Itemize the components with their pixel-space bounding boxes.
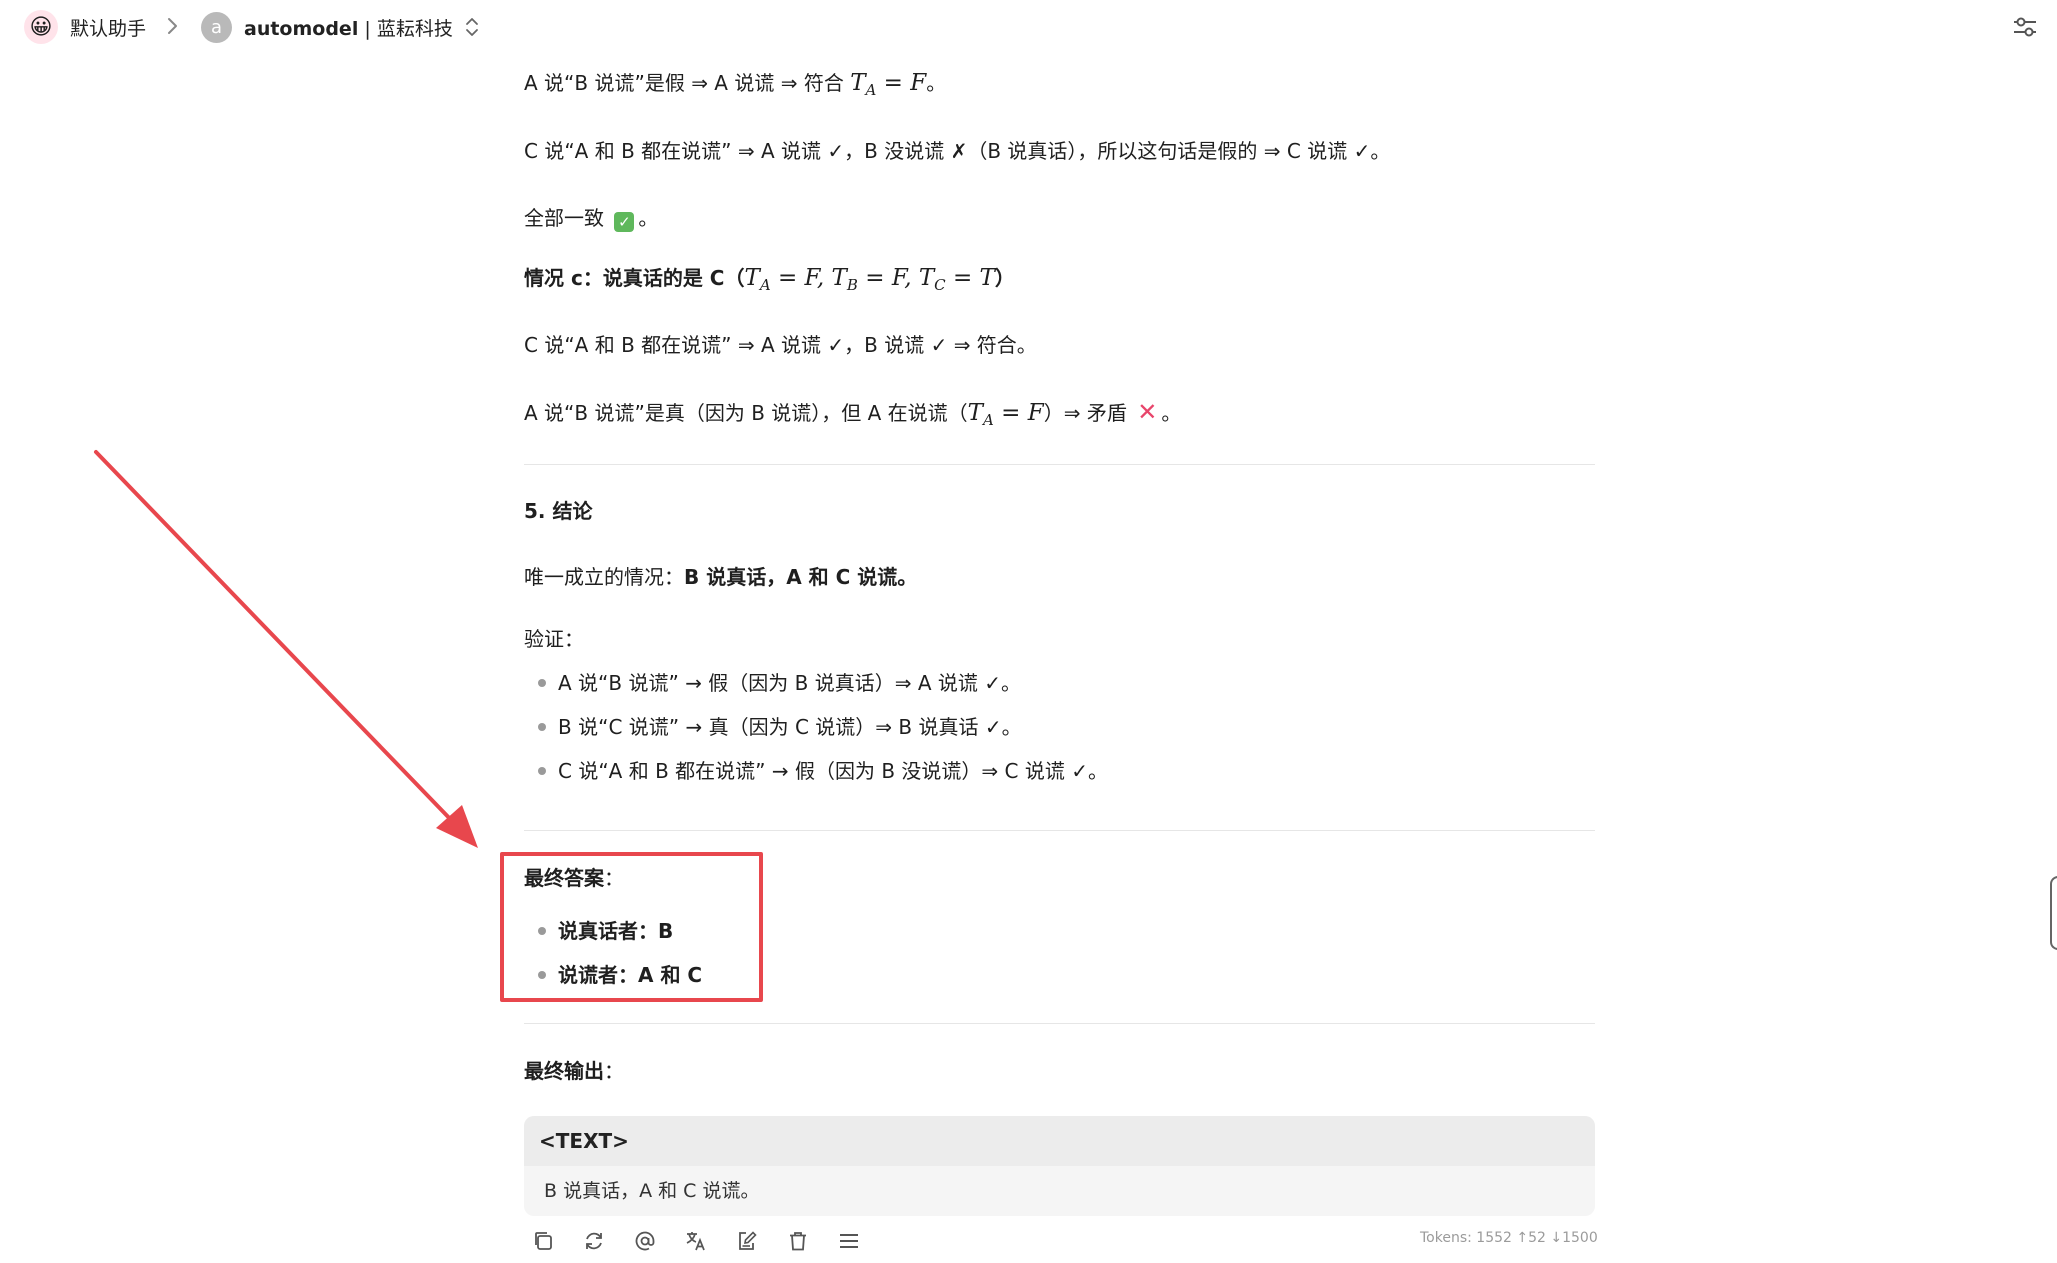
model-name-text: automodel: [244, 17, 359, 40]
list-item-text: A 说“B 说谎” → 假（因为 B 说真话）⇒ A 说谎 ✓。: [558, 671, 1022, 695]
scroll-handle[interactable]: [2050, 876, 2057, 950]
annotation-highlight-box: [500, 852, 763, 1002]
message-actions: [530, 1226, 887, 1256]
code-content[interactable]: B 说真话，A 和 C 说谎。: [524, 1166, 1595, 1216]
math-eq: = F: [993, 400, 1044, 426]
top-bar: 😀 默认助手 a automodel | 蓝耘科技: [0, 0, 2057, 54]
model-selector[interactable]: a automodel | 蓝耘科技: [201, 10, 481, 44]
assistant-selector[interactable]: 😀 默认助手: [24, 10, 146, 44]
text-colon: ：: [604, 1059, 624, 1083]
math-eq: = T: [945, 265, 995, 291]
paragraph-contradiction: A 说“B 说谎”是真（因为 B 说谎），但 A 在说谎（TA = F）⇒ 矛盾…: [524, 397, 1181, 435]
math-eq: = F, T: [857, 265, 935, 291]
text: A 说“B 说谎”是假 ⇒ A 说谎 ⇒ 符合: [524, 71, 851, 95]
math-t: T: [744, 265, 760, 291]
model-name: automodel | 蓝耘科技: [244, 14, 453, 41]
assistant-avatar: 😀: [24, 10, 58, 44]
settings-sliders-icon[interactable]: [2012, 14, 2038, 40]
math-t: T: [967, 400, 984, 426]
text-end: 。: [926, 71, 947, 95]
check-mark-icon: ✓: [614, 212, 635, 232]
math-eq: = F: [876, 70, 927, 96]
final-output-heading: 最终输出：: [524, 1056, 624, 1086]
bullet: [538, 679, 546, 687]
math-eq: = F, T: [770, 265, 847, 291]
case-c-heading: 情况 c：说真话的是 C（TA = F, TB = F, TC = T）: [524, 263, 1015, 300]
mention-icon[interactable]: [632, 1228, 658, 1254]
list-item: C 说“A 和 B 都在说谎” → 假（因为 B 没说谎）⇒ C 说谎 ✓。: [524, 756, 1108, 786]
assistant-name: 默认助手: [70, 17, 147, 40]
text-bold: B 说真话，A 和 C 说谎。: [684, 565, 918, 589]
annotation-arrow: [94, 450, 478, 848]
refresh-icon[interactable]: [581, 1228, 607, 1254]
math-sub: A: [865, 81, 877, 99]
divider: [524, 464, 1595, 465]
math-t: T: [850, 70, 866, 96]
code-block: <TEXT> B 说真话，A 和 C 说谎。: [524, 1116, 1595, 1216]
text-end: ）: [994, 266, 1015, 290]
copy-icon[interactable]: [530, 1228, 556, 1254]
paragraph-consistent: 全部一致 ✓。: [524, 203, 658, 233]
text-end: 。: [1161, 401, 1182, 425]
verify-label: 验证：: [524, 627, 584, 651]
menu-icon[interactable]: [836, 1228, 862, 1254]
token-count: Tokens: 1552 ↑52 ↓1500: [1420, 1230, 1598, 1246]
list-item-text: B 说“C 说谎” → 真（因为 C 说谎）⇒ B 说真话 ✓。: [558, 715, 1022, 739]
math-sub: A: [759, 276, 771, 294]
cross-mark-icon: ✕: [1137, 398, 1158, 426]
delete-icon[interactable]: [785, 1228, 811, 1254]
code-language-label: <TEXT>: [524, 1116, 1595, 1166]
text: A 说“B 说谎”是真（因为 B 说谎），但 A 在说谎（: [524, 401, 968, 425]
section-heading-conclusion: 5. 结论: [524, 499, 593, 523]
divider: [524, 1023, 1595, 1024]
paragraph-a-lies: A 说“B 说谎”是假 ⇒ A 说谎 ⇒ 符合 TA = F。: [524, 68, 946, 105]
list-item-text: C 说“A 和 B 都在说谎” → 假（因为 B 没说谎）⇒ C 说谎 ✓。: [558, 759, 1108, 783]
math-sub: B: [846, 276, 858, 294]
bullet: [538, 767, 546, 775]
text-end: 。: [638, 206, 659, 230]
edit-icon[interactable]: [734, 1228, 760, 1254]
bullet: [538, 723, 546, 731]
divider: [524, 830, 1595, 831]
math-sub: A: [983, 411, 994, 429]
list-item: B 说“C 说谎” → 真（因为 C 说谎）⇒ B 说真话 ✓。: [524, 712, 1022, 742]
model-avatar: a: [201, 11, 232, 43]
text: 唯一成立的情况：: [524, 565, 684, 589]
paragraph-c-lies: C 说“A 和 B 都在说谎” ⇒ A 说谎 ✓，B 没说谎 ✗（B 说真话），…: [524, 139, 1391, 163]
paragraph-c-statement: C 说“A 和 B 都在说谎” ⇒ A 说谎 ✓，B 说谎 ✓ ⇒ 符合。: [524, 333, 1037, 357]
list-item: A 说“B 说谎” → 假（因为 B 说真话）⇒ A 说谎 ✓。: [524, 668, 1021, 698]
translate-icon[interactable]: [683, 1228, 709, 1254]
text: 情况 c：说真话的是 C（: [524, 266, 745, 290]
paragraph-only-case: 唯一成立的情况：B 说真话，A 和 C 说谎。: [524, 562, 917, 592]
text: 最终输出: [524, 1059, 604, 1083]
text: 全部一致: [524, 206, 611, 230]
text: ）⇒ 矛盾: [1043, 401, 1134, 425]
chevron-updown-icon: [465, 18, 478, 36]
math-sub: C: [934, 276, 946, 294]
chevron-right-icon: [168, 18, 177, 34]
model-provider: | 蓝耘科技: [358, 17, 453, 40]
